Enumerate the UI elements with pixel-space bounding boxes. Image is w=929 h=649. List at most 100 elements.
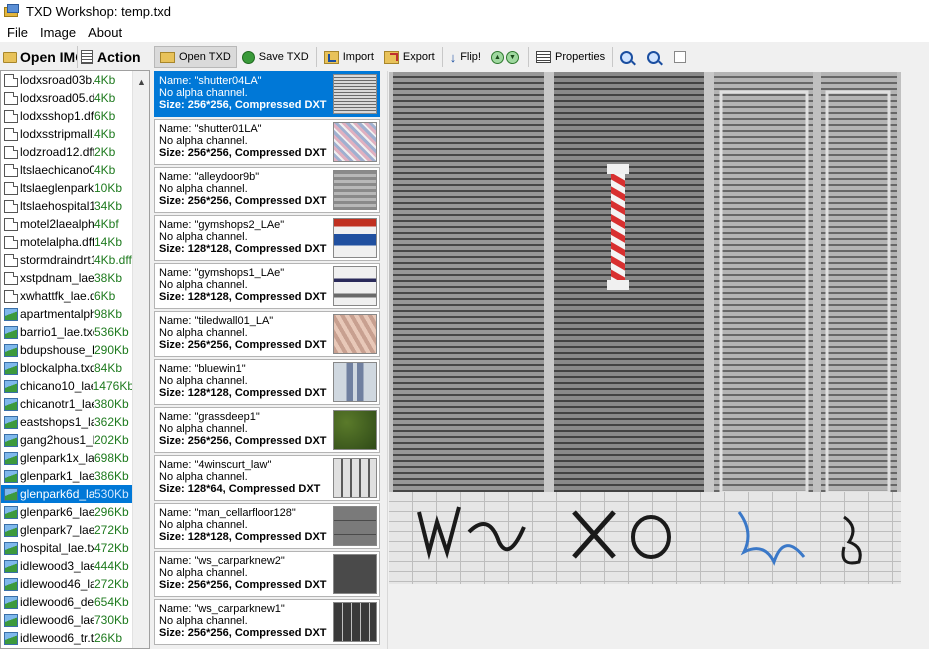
fit-view-button[interactable]: [669, 46, 695, 68]
texture-list[interactable]: Name: "shutter04LA" No alpha channel. Size…: [154, 71, 382, 649]
file-list-item[interactable]: xwhattfk_lae.d 6Kb: [1, 287, 134, 305]
file-list-item[interactable]: chicanotr1_lae. 380Kb: [1, 395, 134, 413]
file-size: 296Kb: [94, 505, 129, 519]
file-size: 10Kb: [94, 181, 123, 195]
file-list-item[interactable]: apartmentalph 98Kb: [1, 305, 134, 323]
file-list-item[interactable]: lodxsroad03b.df4Kb: [1, 71, 134, 89]
texture-list-item[interactable]: Name: "gymshops2_LAe" No alpha channel. Si…: [154, 215, 380, 261]
texture-preview-panel: [387, 71, 929, 649]
file-name: xstpdnam_lae.: [20, 271, 94, 285]
file-name: motelalpha.dff: [20, 235, 94, 249]
texture-alpha: No alpha channel.: [159, 471, 248, 483]
texture-list-item[interactable]: Name: "man_cellarfloor128" No alpha chann…: [154, 503, 380, 549]
export-icon: [383, 50, 399, 64]
file-list-item[interactable]: idlewood6_lae. 730Kb: [1, 611, 134, 629]
file-size: 272Kb: [94, 577, 129, 591]
zoom-out-button[interactable]: [642, 46, 669, 68]
open-img-button[interactable]: Open IMG: [0, 46, 78, 68]
document-file-icon: [4, 199, 18, 213]
file-name: xwhattfk_lae.d: [20, 289, 94, 303]
action-button[interactable]: Action: [78, 46, 148, 68]
move-down-icon[interactable]: ▼: [505, 50, 519, 64]
img-file-list[interactable]: lodxsroad03b.df4Kblodxsroad05.dff4Kblodx…: [0, 70, 150, 649]
texture-list-item[interactable]: Name: "4winscurt_law" No alpha channel. Si…: [154, 455, 380, 501]
file-list-item[interactable]: stormdraindrt1 4Kb.dff: [1, 251, 134, 269]
texture-size: Size: 128*128, Compressed DXT: [159, 291, 327, 303]
scroll-up-icon[interactable]: ▲: [137, 77, 146, 87]
texture-name: Name: "4winscurt_law": [159, 459, 272, 471]
import-icon: [323, 50, 339, 64]
file-list-item[interactable]: barrio1_lae.txc 536Kb: [1, 323, 134, 341]
texture-list-item[interactable]: Name: "shutter04LA" No alpha channel. Size…: [154, 71, 380, 117]
texture-name: Name: "gymshops1_LAe": [159, 267, 285, 279]
file-list-item[interactable]: eastshops1_lae362Kb: [1, 413, 134, 431]
texture-list-item[interactable]: Name: "ws_carparknew2" No alpha channel. S…: [154, 551, 380, 597]
texture-size: Size: 256*256, Compressed DXT: [159, 339, 327, 351]
texture-list-item[interactable]: Name: "shutter01LA" No alpha channel. Size…: [154, 119, 380, 165]
texture-alpha: No alpha channel.: [159, 279, 248, 291]
file-list-item[interactable]: ltslaeglenpark0 10Kb: [1, 179, 134, 197]
file-list-item[interactable]: idlewood3_lae. 444Kb: [1, 557, 134, 575]
texture-list-item[interactable]: Name: "bluewin1" No alpha channel. Size: 1…: [154, 359, 380, 405]
texture-size: Size: 256*256, Compressed DXT: [159, 99, 327, 111]
file-list-item[interactable]: glenpark1_lae. 386Kb: [1, 467, 134, 485]
file-list-item[interactable]: chicano10_lae.1476Kb: [1, 377, 134, 395]
file-list-item[interactable]: lodzroad12.dff 2Kb: [1, 143, 134, 161]
save-txd-button[interactable]: Save TXD: [237, 46, 314, 68]
menu-about[interactable]: About: [82, 25, 128, 40]
file-list-item[interactable]: lodxsshop1.dff 6Kb: [1, 107, 134, 125]
open-txd-label: Open TXD: [179, 51, 231, 63]
export-button[interactable]: Export: [379, 46, 440, 68]
file-list-item[interactable]: glenpark1x_lae 698Kb: [1, 449, 134, 467]
texture-size: Size: 128*128, Compressed DXT: [159, 243, 327, 255]
texture-thumbnail: [333, 458, 377, 498]
texture-info: Name: "grassdeep1" No alpha channel. Size:…: [159, 411, 337, 447]
file-list-item[interactable]: motel2laealpha 4Kbf: [1, 215, 134, 233]
properties-button[interactable]: Properties: [531, 46, 610, 68]
menu-bar: File Image About: [0, 22, 929, 42]
file-list-item[interactable]: glenpark6d_lae 530Kb: [1, 485, 134, 503]
file-list-item[interactable]: motelalpha.dff 14Kb: [1, 233, 134, 251]
file-list-scrollbar[interactable]: ▲: [132, 71, 149, 648]
file-size: 1476Kb: [92, 379, 134, 393]
file-list-item[interactable]: lodxsroad05.dff 4Kb: [1, 89, 134, 107]
file-size: 4Kb: [94, 73, 116, 87]
import-button[interactable]: Import: [319, 46, 379, 68]
file-list-item[interactable]: ltslaechicano024Kb: [1, 161, 134, 179]
move-up-icon[interactable]: ▲: [490, 50, 504, 64]
app-icon: [4, 4, 20, 18]
file-list-item[interactable]: hospital_lae.txc472Kb: [1, 539, 134, 557]
file-list-item[interactable]: gang2hous1_la 202Kb: [1, 431, 134, 449]
menu-file[interactable]: File: [0, 25, 34, 40]
file-list-item[interactable]: idlewood46_lae272Kb: [1, 575, 134, 593]
texture-list-item[interactable]: Name: "tiledwall01_LA" No alpha channel. S…: [154, 311, 380, 357]
menu-image[interactable]: Image: [34, 25, 82, 40]
texture-list-item[interactable]: Name: "grassdeep1" No alpha channel. Size:…: [154, 407, 380, 453]
file-list-item[interactable]: bdupshouse_la 290Kb: [1, 341, 134, 359]
file-list-item[interactable]: lodxsstripmall1.4Kb: [1, 125, 134, 143]
file-list-item[interactable]: glenpark7_lae. 272Kb: [1, 521, 134, 539]
save-txd-label: Save TXD: [258, 51, 309, 63]
texture-alpha: No alpha channel.: [159, 135, 248, 147]
file-list-item[interactable]: blockalpha.txd 84Kb: [1, 359, 134, 377]
file-list-item[interactable]: idlewood6_tr.t 26Kb: [1, 629, 134, 647]
texture-info: Name: "tiledwall01_LA" No alpha channel. S…: [159, 315, 337, 351]
open-txd-button[interactable]: Open TXD: [154, 46, 237, 68]
file-name: lodxsroad03b.df: [20, 73, 94, 87]
file-list-item[interactable]: ltslaehospital1. 34Kb: [1, 197, 134, 215]
file-name: idlewood46_lae: [20, 577, 94, 591]
texture-list-item[interactable]: Name: "gymshops1_LAe" No alpha channel. Si…: [154, 263, 380, 309]
texture-list-item[interactable]: Name: "ws_carparknew1" No alpha channel. S…: [154, 599, 380, 645]
file-name: hospital_lae.txc: [20, 541, 94, 555]
texture-list-item[interactable]: Name: "alleydoor9b" No alpha channel. Size…: [154, 167, 380, 213]
file-size: 14Kb: [94, 235, 123, 249]
file-size: 4Kb: [94, 163, 116, 177]
file-name: apartmentalph: [20, 307, 94, 321]
texture-info: Name: "man_cellarfloor128" No alpha chann…: [159, 507, 337, 543]
file-list-item[interactable]: idlewood6_detc654Kb: [1, 593, 134, 611]
texture-name: Name: "grassdeep1": [159, 411, 260, 423]
zoom-in-button[interactable]: [615, 46, 642, 68]
file-list-item[interactable]: glenpark6_lae. 296Kb: [1, 503, 134, 521]
file-list-item[interactable]: xstpdnam_lae. 38Kb: [1, 269, 134, 287]
flip-button[interactable]: ↓ Flip!: [445, 46, 486, 68]
